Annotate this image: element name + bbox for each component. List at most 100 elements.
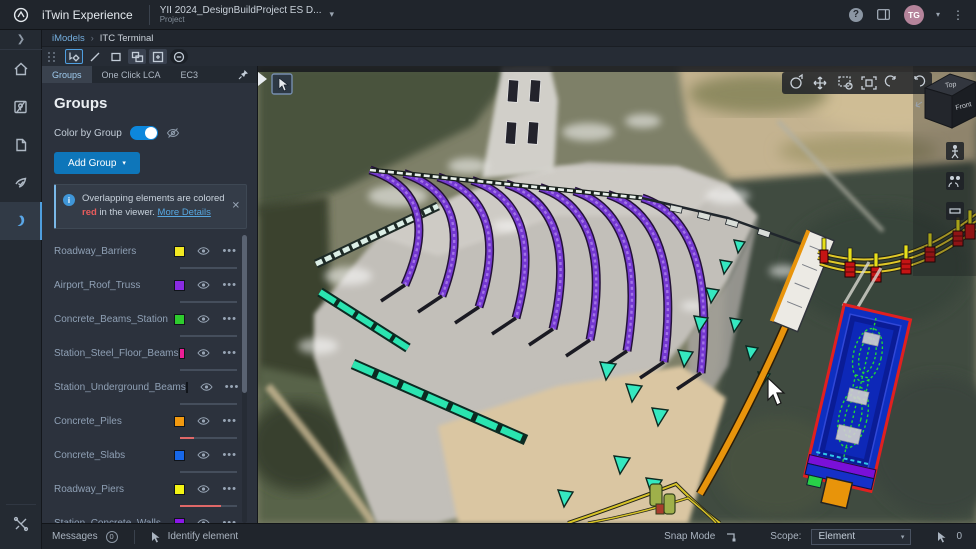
avatar-caret-icon[interactable]: ▾	[936, 10, 940, 19]
group-visibility-eye-icon[interactable]	[197, 314, 210, 324]
eye-slash-icon[interactable]	[166, 127, 180, 139]
rail-item-home[interactable]	[0, 50, 42, 88]
pin-panel-button[interactable]	[238, 66, 257, 83]
group-name[interactable]: Station_Underground_Beams	[54, 382, 186, 393]
viewer-3d-canvas[interactable]: Top Front	[258, 66, 976, 523]
help-button[interactable]: ?	[848, 7, 864, 23]
top-app-bar: iTwin Experience YII 2024_DesignBuildPro…	[0, 0, 976, 30]
user-avatar[interactable]: TG	[904, 5, 924, 25]
document-icon	[13, 137, 29, 153]
group-color-swatch[interactable]	[174, 450, 185, 461]
group-list-item[interactable]: Station_Underground_Beams •••	[54, 371, 237, 405]
group-visibility-eye-icon[interactable]	[197, 280, 210, 290]
breadcrumb-imodels-link[interactable]: iModels	[52, 33, 85, 44]
project-label: Project	[160, 16, 322, 25]
group-more-menu-button[interactable]: •••	[222, 415, 237, 427]
tab-groups[interactable]: Groups	[42, 66, 92, 83]
group-name[interactable]: Station_Steel_Floor_Beams	[54, 348, 179, 359]
group-list-item[interactable]: Station_Concrete_Walls •••	[54, 507, 237, 524]
group-more-menu-button[interactable]: •••	[222, 483, 237, 495]
status-bar: Messages 0 Identify element Snap Mode Sc…	[42, 523, 976, 549]
group-list-item[interactable]: Roadway_Barriers •••	[54, 235, 237, 269]
tab-one-click-lca[interactable]: One Click LCA	[92, 66, 171, 83]
drag-handle-icon[interactable]	[48, 52, 56, 62]
info-icon: i	[63, 194, 75, 206]
select-element-tool-button[interactable]	[65, 49, 83, 64]
panel-tabs: Groups One Click LCA EC3	[42, 66, 257, 83]
rail-item-documents[interactable]	[0, 126, 42, 164]
rail-expand-button[interactable]: ❯	[0, 30, 42, 50]
project-switcher[interactable]: YII 2024_DesignBuildProject ES D... Proj…	[160, 5, 322, 25]
group-list-item[interactable]: Concrete_Piles •••	[54, 405, 237, 439]
group-visibility-eye-icon[interactable]	[197, 416, 210, 426]
rail-item-admin-tools[interactable]	[0, 505, 42, 543]
group-color-swatch[interactable]	[174, 314, 185, 325]
group-layers-tool-button[interactable]	[128, 49, 146, 64]
group-color-swatch[interactable]	[186, 382, 188, 393]
group-name[interactable]: Airport_Roof_Truss	[54, 280, 174, 291]
group-name[interactable]: Concrete_Slabs	[54, 450, 174, 461]
group-more-menu-button[interactable]: •••	[222, 347, 237, 359]
group-list-item[interactable]: Station_Steel_Floor_Beams •••	[54, 337, 237, 371]
group-name[interactable]: Roadway_Piers	[54, 484, 174, 495]
rail-item-validation[interactable]	[0, 164, 42, 202]
banner-text-before: Overlapping elements are colored	[82, 193, 225, 204]
group-visibility-eye-icon[interactable]	[197, 348, 210, 358]
group-name[interactable]: Roadway_Barriers	[54, 246, 174, 257]
group-list-item[interactable]: Concrete_Slabs •••	[54, 439, 237, 473]
view-toolbar	[782, 72, 932, 94]
group-color-swatch[interactable]	[174, 484, 185, 495]
add-group-button[interactable]: Add Group▾	[54, 152, 140, 174]
group-more-menu-button[interactable]: •••	[222, 245, 237, 257]
identify-element-label[interactable]: Identify element	[168, 531, 239, 542]
scope-label: Scope:	[770, 531, 801, 542]
wrench-screwdriver-icon	[13, 516, 29, 532]
group-more-menu-button[interactable]: •••	[222, 279, 237, 291]
measure-tool-button[interactable]	[946, 202, 964, 220]
group-color-swatch[interactable]	[174, 416, 185, 427]
group-more-menu-button[interactable]: •••	[222, 449, 237, 461]
group-color-swatch[interactable]	[179, 348, 186, 359]
rail-item-map[interactable]	[0, 88, 42, 126]
project-name: YII 2024_DesignBuildProject ES D...	[160, 5, 322, 16]
group-list-item[interactable]: Concrete_Beams_Station •••	[54, 303, 237, 337]
group-more-menu-button[interactable]: •••	[222, 313, 237, 325]
group-more-menu-button[interactable]: •••	[225, 381, 240, 393]
snap-mode-label[interactable]: Snap Mode	[664, 531, 715, 542]
group-visibility-eye-icon[interactable]	[197, 450, 210, 460]
shape-tool-button[interactable]	[107, 49, 125, 64]
more-menu-button[interactable]: ⋮	[952, 8, 964, 22]
add-selection-button[interactable]	[149, 49, 167, 64]
panel-toggle-button[interactable]	[876, 7, 892, 23]
group-color-swatch[interactable]	[174, 280, 185, 291]
line-tool-button[interactable]	[86, 49, 104, 64]
walk-tool-button[interactable]	[946, 142, 964, 160]
banner-close-icon[interactable]: ✕	[232, 201, 240, 212]
more-details-link[interactable]: More Details	[158, 207, 211, 218]
messages-label[interactable]: Messages	[52, 531, 98, 542]
group-name[interactable]: Concrete_Piles	[54, 416, 174, 427]
groups-scrollbar[interactable]	[242, 235, 247, 524]
itwin-logo[interactable]	[0, 7, 42, 23]
scope-dropdown[interactable]: Element ▾	[811, 529, 911, 545]
color-by-group-toggle[interactable]	[130, 126, 158, 140]
rail-item-groups-active[interactable]	[0, 202, 42, 240]
remove-selection-button[interactable]	[170, 49, 188, 64]
group-list-item[interactable]: Roadway_Piers •••	[54, 473, 237, 507]
snap-mode-icon[interactable]	[725, 532, 736, 542]
group-visibility-eye-icon[interactable]	[197, 246, 210, 256]
group-color-swatch[interactable]	[174, 246, 185, 257]
group-name[interactable]: Concrete_Beams_Station	[54, 314, 174, 325]
panel-title: Groups	[54, 95, 247, 112]
people-tool-button[interactable]	[946, 172, 964, 190]
project-caret-icon[interactable]: ▾	[329, 9, 334, 20]
pin-icon	[238, 69, 249, 80]
home-icon	[13, 61, 29, 77]
itwin-app-window: { "topbar": { "app_name": "iTwin Experie…	[0, 0, 976, 549]
messages-badge: 0	[106, 531, 118, 543]
group-visibility-eye-icon[interactable]	[197, 484, 210, 494]
group-list-item[interactable]: Airport_Roof_Truss •••	[54, 269, 237, 303]
group-visibility-eye-icon[interactable]	[200, 382, 213, 392]
tab-ec3[interactable]: EC3	[171, 66, 209, 83]
scope-value: Element	[818, 531, 855, 542]
